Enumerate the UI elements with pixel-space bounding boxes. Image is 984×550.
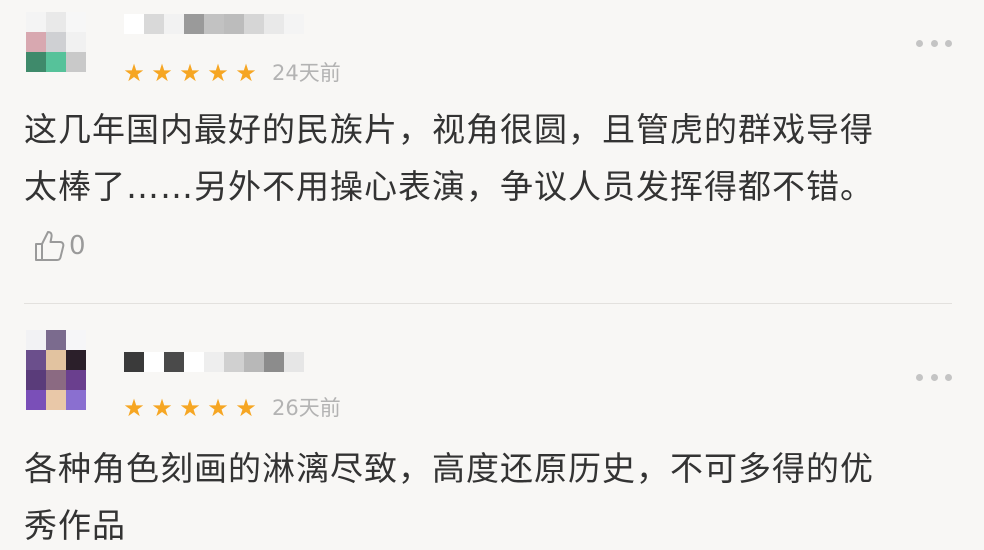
username-pixel (124, 14, 144, 34)
username-pixel (164, 14, 184, 34)
username-pixel (184, 352, 204, 372)
avatar-pixel (26, 370, 46, 390)
comment-item: ★ ★ ★ ★ ★ 24天前 这几年国内最好的民族片，视角很圆，且管虎的群戏导得… (0, 0, 984, 300)
star-icon: ★ (207, 59, 229, 87)
avatar[interactable] (26, 330, 86, 410)
star-rating: ★ ★ ★ ★ ★ (122, 59, 258, 87)
star-icon: ★ (235, 394, 257, 422)
avatar-pixel (46, 52, 66, 72)
rating-row: ★ ★ ★ ★ ★ 26天前 (122, 394, 341, 422)
avatar-pixel (46, 32, 66, 52)
username-pixel (264, 352, 284, 372)
more-dots-icon[interactable] (916, 38, 952, 48)
avatar-pixel (66, 32, 86, 52)
avatar-pixel (26, 12, 46, 32)
like-count: 0 (69, 231, 86, 261)
username-pixel (224, 14, 244, 34)
avatar-pixel (46, 330, 66, 350)
comment-content: 这几年国内最好的民族片，视角很圆，且管虎的群戏导得 太棒了……另外不用操心表演，… (24, 110, 874, 206)
username-pixel (284, 352, 304, 372)
username-pixel (284, 14, 304, 34)
avatar-pixel (26, 350, 46, 370)
username-blurred[interactable] (124, 352, 304, 372)
avatar-pixel (66, 52, 86, 72)
avatar-pixel (46, 12, 66, 32)
comment-time: 26天前 (272, 396, 341, 420)
avatar-pixel (66, 350, 86, 370)
username-pixel (204, 352, 224, 372)
star-rating: ★ ★ ★ ★ ★ (122, 394, 258, 422)
username-blurred[interactable] (124, 14, 304, 34)
comment-list: ★ ★ ★ ★ ★ 24天前 这几年国内最好的民族片，视角很圆，且管虎的群戏导得… (0, 0, 984, 550)
username-pixel (204, 14, 224, 34)
star-icon: ★ (235, 59, 257, 87)
avatar-pixel (46, 370, 66, 390)
star-icon: ★ (179, 59, 201, 87)
username-pixel (244, 352, 264, 372)
star-icon: ★ (123, 59, 145, 87)
star-icon: ★ (151, 59, 173, 87)
avatar-pixel (26, 390, 46, 410)
rating-row: ★ ★ ★ ★ ★ 24天前 (122, 59, 341, 87)
username-pixel (164, 352, 184, 372)
username-pixel (124, 352, 144, 372)
comment-item: ★ ★ ★ ★ ★ 26天前 各种角色刻画的淋漓尽致，高度还原历史，不可多得的优… (0, 305, 984, 550)
star-icon: ★ (179, 394, 201, 422)
avatar-pixel (66, 370, 86, 390)
avatar-pixel (66, 330, 86, 350)
divider (24, 303, 952, 304)
star-icon: ★ (207, 394, 229, 422)
star-icon: ★ (123, 394, 145, 422)
avatar-pixel (26, 330, 46, 350)
avatar-pixel (66, 12, 86, 32)
like-button[interactable]: 0 (32, 226, 86, 266)
username-pixel (184, 14, 204, 34)
avatar[interactable] (26, 12, 86, 72)
username-pixel (264, 14, 284, 34)
avatar-pixel (26, 32, 46, 52)
thumbs-up-outline-icon (32, 229, 66, 263)
avatar-pixel (26, 52, 46, 72)
avatar-pixel (66, 390, 86, 410)
username-pixel (224, 352, 244, 372)
comment-time: 24天前 (272, 61, 341, 85)
comment-content: 各种角色刻画的淋漓尽致，高度还原历史，不可多得的优 秀作品 (24, 449, 874, 545)
username-pixel (144, 352, 164, 372)
avatar-pixel (46, 390, 66, 410)
username-pixel (144, 14, 164, 34)
username-pixel (244, 14, 264, 34)
star-icon: ★ (151, 394, 173, 422)
avatar-pixel (46, 350, 66, 370)
more-dots-icon[interactable] (916, 372, 952, 382)
